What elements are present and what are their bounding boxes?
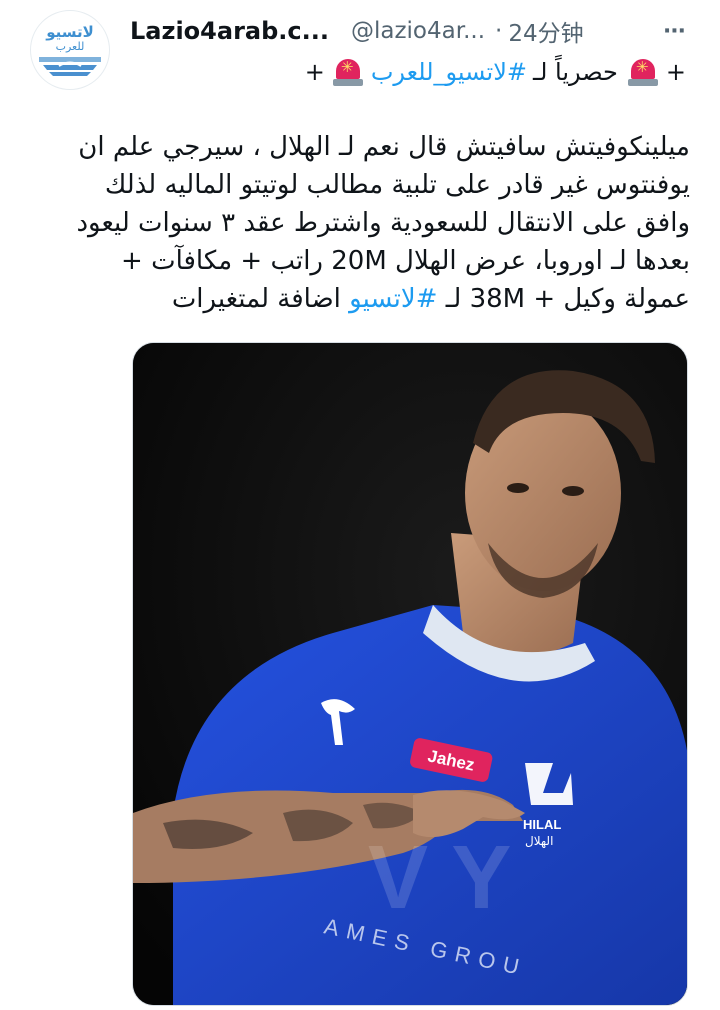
author-avatar[interactable]: لاتسيو للعرب <box>30 10 110 90</box>
siren-emoji-icon: ✳ <box>627 57 658 87</box>
club-crest-text: HILAL <box>523 817 561 832</box>
tweet-header: Lazio4arab.c... @lazio4ar... · 24分钟 ⋯ <box>130 14 690 48</box>
body-line: يوفنتوس غير قادر على تلبية مطالب لوتيتو … <box>104 170 690 200</box>
player-photo-image: Jahez HILAL الهلال AMES GROU V Y <box>133 343 687 1005</box>
separator-dot: · <box>495 18 503 44</box>
avatar-logo-sub: للعرب <box>55 40 85 53</box>
siren-emoji-icon: ✳ <box>332 57 363 87</box>
more-options-icon[interactable]: ⋯ <box>660 14 690 48</box>
body-line: بعدها لـ اوروبا، عرض الهلال 20M راتب + م… <box>121 246 690 276</box>
svg-text:V Y: V Y <box>368 828 511 928</box>
eagle-logo-icon <box>39 57 101 76</box>
body-hashtag-link[interactable]: #لاتسيو <box>349 284 437 314</box>
body-line: ميلينكوفيتش سافيتش قال نعم لـ الهلال ، س… <box>78 132 690 162</box>
headline-text: حصرياً لـ <box>533 58 618 86</box>
tweet-body: ميلينكوفيتش سافيتش قال نعم لـ الهلال ، س… <box>76 128 690 318</box>
body-line: وافق على الانتقال للسعودية واشترط عقد ٣ … <box>76 208 690 238</box>
avatar-logo-text: لاتسيو <box>46 23 94 41</box>
timestamp[interactable]: 24分钟 <box>508 14 583 48</box>
body-text-part: عمولة وكيل + 38M لـ <box>437 284 690 314</box>
body-text-part: اضافة لمتغيرات <box>171 284 350 314</box>
plus-sign: + <box>665 58 686 86</box>
headline-hashtag-link[interactable]: #لاتسيو_للعرب <box>371 58 527 86</box>
club-crest-arabic: الهلال <box>525 834 553 848</box>
user-handle[interactable]: @lazio4ar... <box>351 18 485 44</box>
tweet-headline: + ✳ حصرياً لـ #لاتسيو_للعرب ✳ + <box>130 54 690 90</box>
tweet-media-photo[interactable]: Jahez HILAL الهلال AMES GROU V Y <box>132 342 688 1006</box>
display-name[interactable]: Lazio4arab.c... <box>130 17 329 45</box>
plus-sign: + <box>304 58 325 86</box>
body-line-last: عمولة وكيل + 38M لـ #لاتسيو اضافة لمتغير… <box>130 280 690 318</box>
